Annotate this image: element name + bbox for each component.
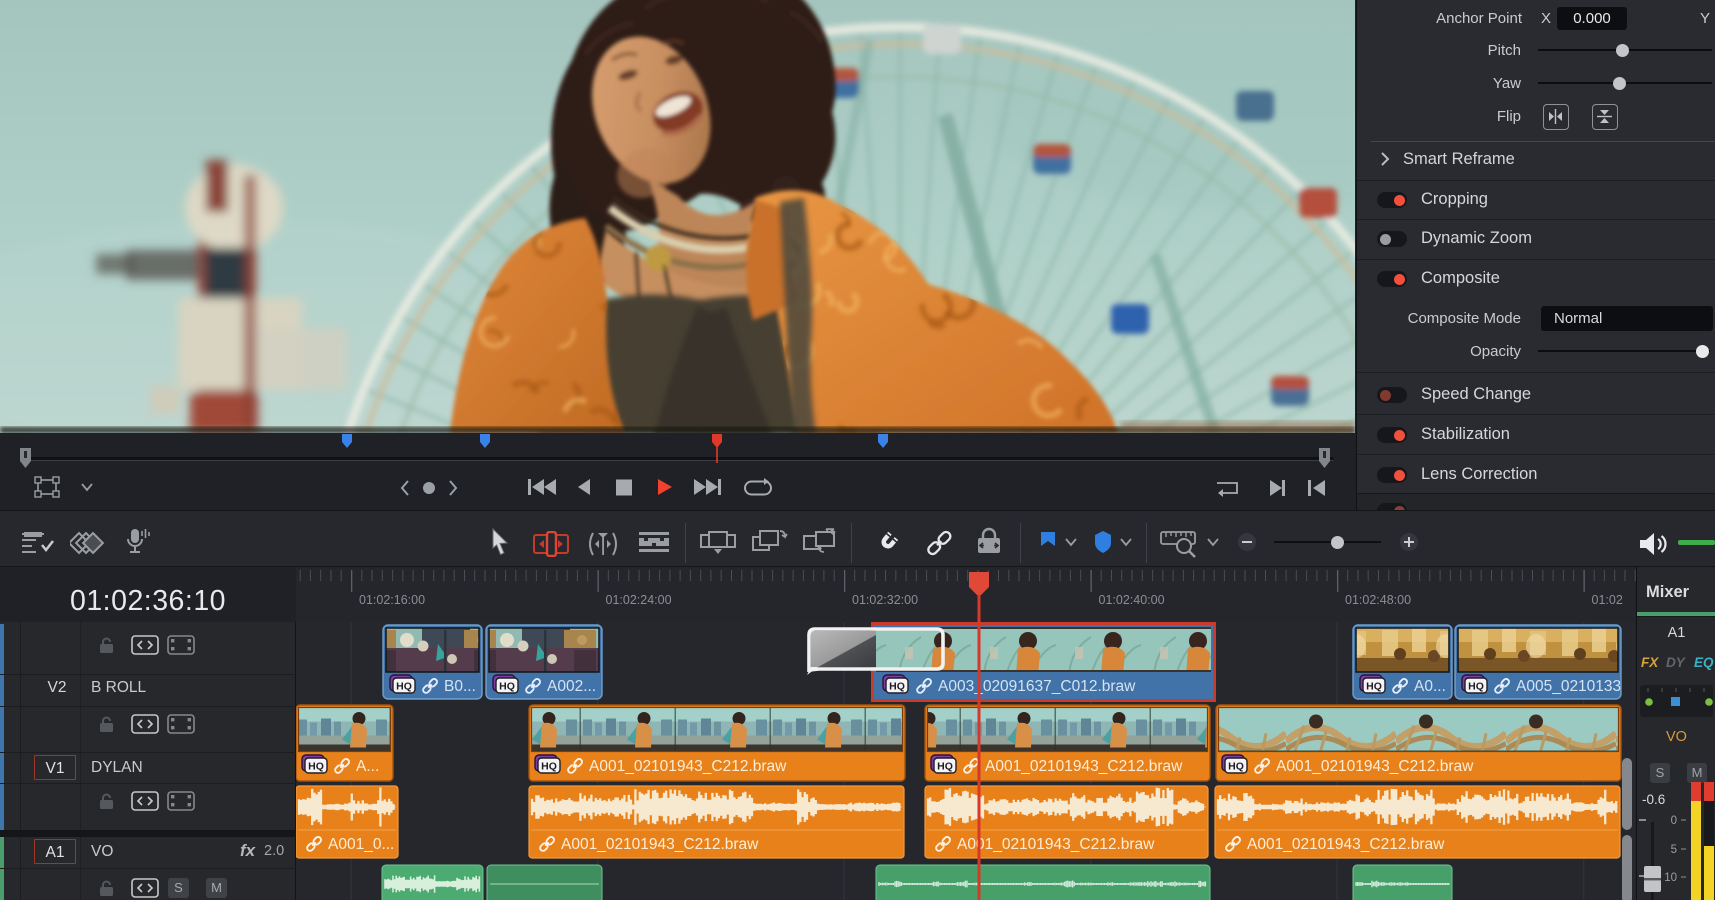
- svg-text:A001_02101943_C212.braw: A001_02101943_C212.braw: [1247, 836, 1445, 853]
- svg-text:A001_02101943_C212.braw: A001_02101943_C212.braw: [1276, 758, 1474, 775]
- svg-text:HQ: HQ: [1228, 761, 1244, 773]
- svg-text:HQ: HQ: [308, 761, 324, 773]
- svg-text:HQ: HQ: [396, 681, 412, 693]
- svg-text:A002...: A002...: [547, 678, 596, 695]
- svg-text:10: 10: [1664, 872, 1677, 884]
- svg-text:5: 5: [1671, 844, 1677, 856]
- svg-text:HQ: HQ: [1366, 681, 1382, 693]
- svg-text:HQ: HQ: [541, 761, 557, 773]
- svg-text:A001_0...: A001_0...: [328, 836, 394, 853]
- svg-text:01:02:48:00: 01:02:48:00: [1345, 593, 1411, 607]
- svg-text:01:02:16:00: 01:02:16:00: [359, 593, 425, 607]
- svg-text:A001_02101943_C212.braw: A001_02101943_C212.braw: [561, 836, 759, 853]
- svg-text:A...: A...: [356, 758, 379, 775]
- svg-text:HQ: HQ: [1468, 681, 1484, 693]
- svg-text:A001_02101943_C212.braw: A001_02101943_C212.braw: [589, 758, 787, 775]
- svg-text:A003_02091637_C012.braw: A003_02091637_C012.braw: [938, 678, 1136, 695]
- svg-text:01:02:32:00: 01:02:32:00: [852, 593, 918, 607]
- svg-text:A005_02101334_...: A005_02101334_...: [1516, 678, 1636, 695]
- svg-text:A0...: A0...: [1414, 678, 1446, 695]
- svg-text:A001_02101943_C212.braw: A001_02101943_C212.braw: [957, 836, 1155, 853]
- svg-text:HQ: HQ: [499, 681, 515, 693]
- svg-text:HQ: HQ: [889, 681, 905, 693]
- svg-text:01:02:40:00: 01:02:40:00: [1099, 593, 1165, 607]
- svg-text:01:02: 01:02: [1592, 593, 1623, 607]
- svg-text:HQ: HQ: [937, 761, 953, 773]
- svg-text:01:02:24:00: 01:02:24:00: [606, 593, 672, 607]
- svg-text:A001_02101943_C212.braw: A001_02101943_C212.braw: [985, 758, 1183, 775]
- svg-text:B0...: B0...: [444, 678, 476, 695]
- svg-text:0: 0: [1671, 815, 1677, 827]
